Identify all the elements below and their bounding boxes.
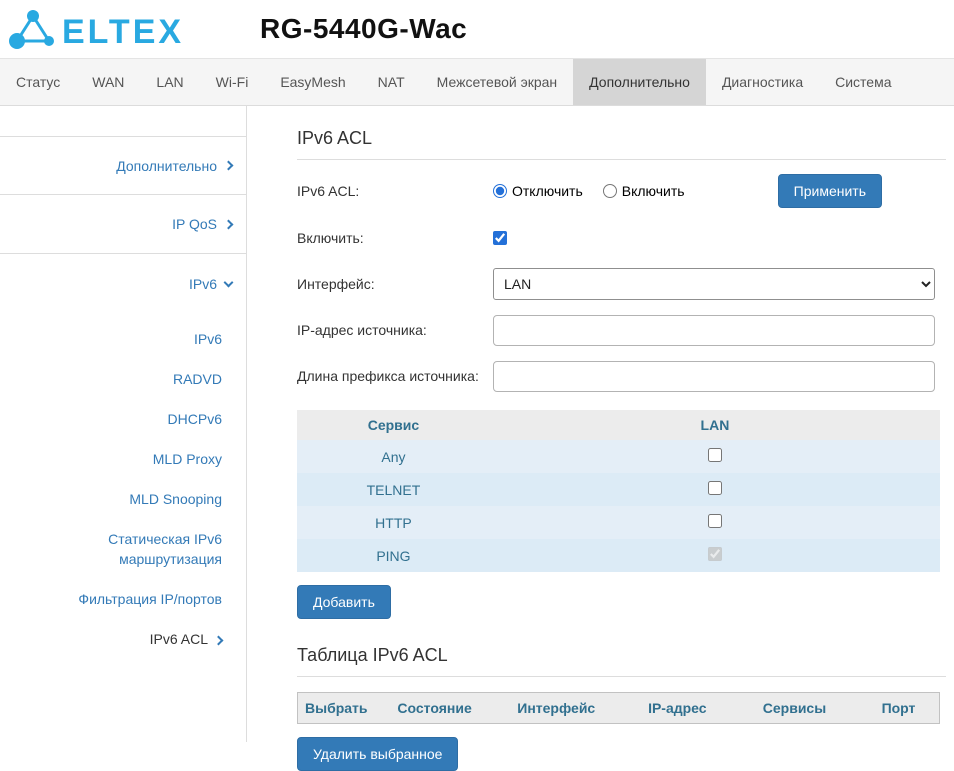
port-column-header: Порт	[875, 693, 940, 724]
select-column-header: Выбрать	[298, 693, 391, 724]
service-table-header-row: Сервис LAN	[297, 410, 940, 440]
tab-wan[interactable]: WAN	[76, 59, 140, 105]
chevron-right-icon	[224, 161, 234, 171]
sidebar-item-advanced[interactable]: Дополнительно	[0, 136, 246, 195]
tab-wifi[interactable]: Wi-Fi	[200, 59, 265, 105]
device-title: RG-5440G-Wac	[260, 13, 467, 45]
section-title-acl-table: Таблица IPv6 ACL	[297, 645, 946, 677]
service-name: Any	[297, 440, 490, 473]
eltex-logo[interactable]: ELTEX	[6, 6, 196, 52]
main-content: IPv6 ACL IPv6 ACL: Отключить Включить Пр…	[247, 106, 954, 742]
apply-button[interactable]: Применить	[778, 174, 882, 208]
prefix-length-row: Длина префикса источника:	[297, 360, 946, 392]
state-column-header: Состояние	[390, 693, 510, 724]
sidebar-item-ipv6[interactable]: IPv6	[0, 254, 246, 313]
sidebar-subitem-ipv6[interactable]: IPv6	[40, 319, 222, 359]
interface-select[interactable]: LAN	[493, 268, 935, 300]
chevron-right-icon	[224, 219, 234, 229]
disable-radio-label: Отключить	[512, 183, 583, 199]
chevron-right-icon	[214, 636, 224, 646]
interface-column-header: Интерфейс	[510, 693, 641, 724]
content-area: Дополнительно IP QoS IPv6 IPv6 RADVD DHC…	[0, 106, 954, 742]
service-name: PING	[297, 539, 490, 572]
sidebar-item-label: IP QoS	[172, 216, 217, 232]
services-column-header: Сервисы	[756, 693, 875, 724]
sidebar: Дополнительно IP QoS IPv6 IPv6 RADVD DHC…	[0, 106, 247, 742]
acl-mode-row: IPv6 ACL: Отключить Включить Применить	[297, 174, 946, 208]
sidebar-subitem-mld-snooping[interactable]: MLD Snooping	[40, 479, 222, 519]
service-any-checkbox[interactable]	[708, 448, 722, 462]
enable-checkbox[interactable]	[493, 231, 507, 245]
prefix-length-label: Длина префикса источника:	[297, 368, 493, 384]
acl-table: Выбрать Состояние Интерфейс IP-адрес Сер…	[297, 692, 940, 724]
source-ip-label: IP-адрес источника:	[297, 322, 493, 338]
tab-nat[interactable]: NAT	[362, 59, 421, 105]
header: ELTEX RG-5440G-Wac	[0, 0, 954, 58]
service-ping-checkbox	[708, 547, 722, 561]
tab-status[interactable]: Статус	[0, 59, 76, 105]
sidebar-subitem-label: IPv6 ACL	[150, 631, 208, 647]
main-nav: Статус WAN LAN Wi-Fi EasyMesh NAT Межсет…	[0, 58, 954, 106]
tab-lan[interactable]: LAN	[140, 59, 199, 105]
service-name: TELNET	[297, 473, 490, 506]
table-row: HTTP	[297, 506, 940, 539]
interface-label: Интерфейс:	[297, 276, 493, 292]
service-table: Сервис LAN Any TELNET HTTP PING	[297, 410, 940, 572]
section-title-ipv6-acl: IPv6 ACL	[297, 128, 946, 160]
enable-radio-label: Включить	[622, 183, 685, 199]
enable-label: Включить:	[297, 230, 493, 246]
table-row: TELNET	[297, 473, 940, 506]
interface-row: Интерфейс: LAN	[297, 268, 946, 300]
delete-selected-button[interactable]: Удалить выбранное	[297, 737, 458, 771]
prefix-length-input[interactable]	[493, 361, 935, 392]
eltex-logo-text: ELTEX	[62, 13, 184, 51]
sidebar-ipv6-submenu: IPv6 RADVD DHCPv6 MLD Proxy MLD Snooping…	[0, 319, 246, 659]
table-row: Any	[297, 440, 940, 473]
sidebar-subitem-radvd[interactable]: RADVD	[40, 359, 222, 399]
eltex-logo-icon: ELTEX	[6, 6, 196, 52]
sidebar-subitem-dhcpv6[interactable]: DHCPv6	[40, 399, 222, 439]
acl-table-header-row: Выбрать Состояние Интерфейс IP-адрес Сер…	[298, 693, 940, 724]
sidebar-item-label: IPv6	[189, 276, 217, 292]
service-http-checkbox[interactable]	[708, 514, 722, 528]
acl-mode-label: IPv6 ACL:	[297, 183, 493, 199]
table-row: PING	[297, 539, 940, 572]
enable-radio[interactable]	[603, 184, 617, 198]
ip-address-column-header: IP-адрес	[641, 693, 756, 724]
tab-system[interactable]: Система	[819, 59, 907, 105]
enable-row: Включить:	[297, 222, 946, 254]
tab-easymesh[interactable]: EasyMesh	[264, 59, 361, 105]
sidebar-subitem-ipv6-acl[interactable]: IPv6 ACL	[40, 619, 222, 659]
radio-enable-option[interactable]: Включить	[603, 183, 685, 199]
sidebar-item-label: Дополнительно	[116, 158, 217, 174]
radio-disable-option[interactable]: Отключить	[493, 183, 583, 199]
sidebar-subitem-static-ipv6-routing[interactable]: Статическая IPv6 маршрутизация	[40, 519, 222, 579]
disable-radio[interactable]	[493, 184, 507, 198]
service-column-header: Сервис	[297, 410, 490, 440]
tab-advanced[interactable]: Дополнительно	[573, 59, 706, 105]
chevron-down-icon	[224, 277, 234, 287]
tab-diagnostics[interactable]: Диагностика	[706, 59, 819, 105]
service-name: HTTP	[297, 506, 490, 539]
service-telnet-checkbox[interactable]	[708, 481, 722, 495]
sidebar-subitem-ip-port-filtering[interactable]: Фильтрация IP/портов	[40, 579, 222, 619]
sidebar-item-ipqos[interactable]: IP QoS	[0, 195, 246, 254]
source-ip-input[interactable]	[493, 315, 935, 346]
add-button[interactable]: Добавить	[297, 585, 391, 619]
lan-column-header: LAN	[490, 410, 940, 440]
sidebar-subitem-mld-proxy[interactable]: MLD Proxy	[40, 439, 222, 479]
source-ip-row: IP-адрес источника:	[297, 314, 946, 346]
tab-firewall[interactable]: Межсетевой экран	[421, 59, 574, 105]
